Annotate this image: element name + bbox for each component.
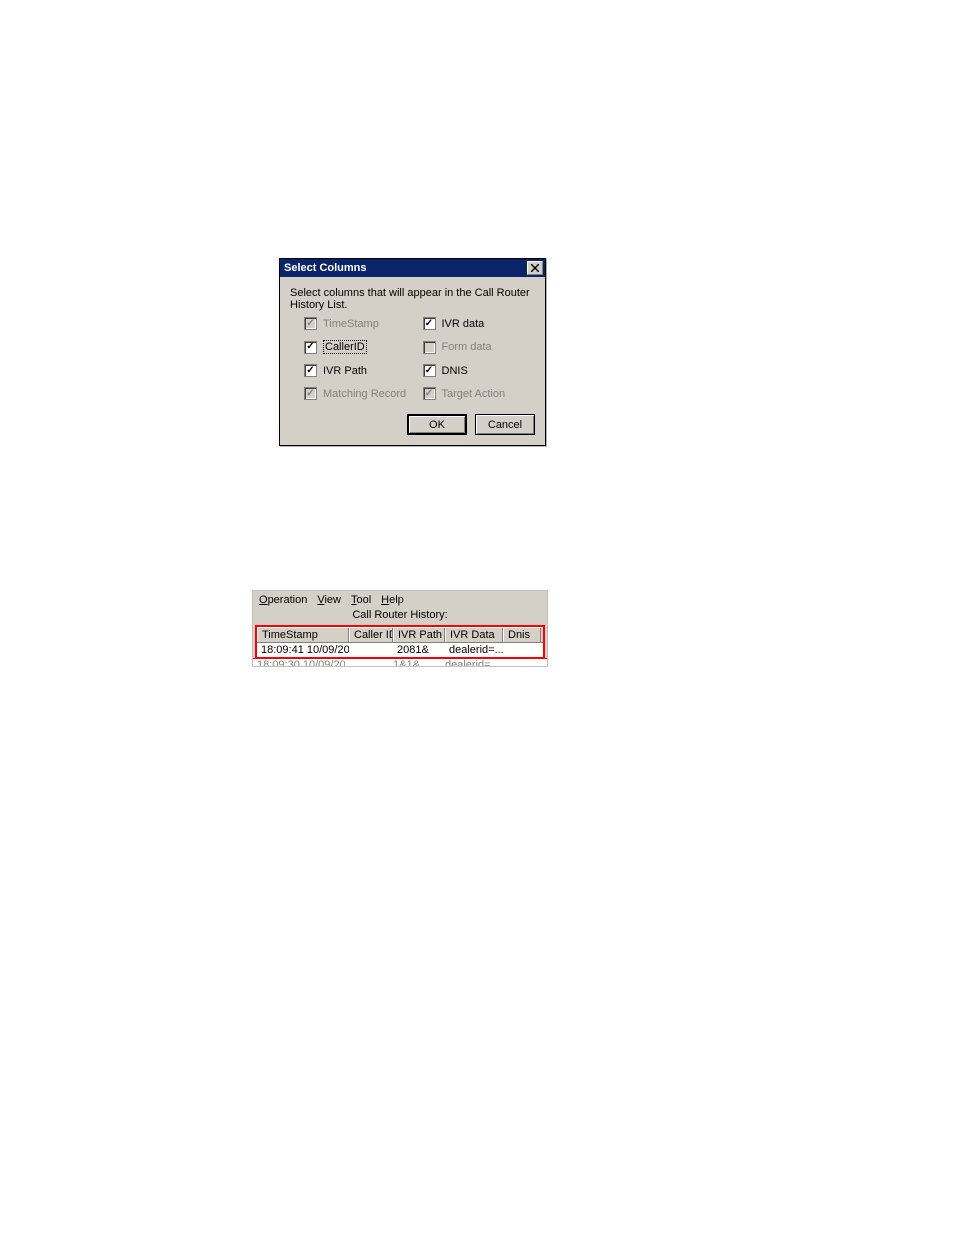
checkbox-label: Matching Record	[323, 388, 406, 400]
history-window: Operation View Tool Help Call Router His…	[252, 590, 548, 667]
table-row[interactable]: 18:09:30 10/09/2006 1&1& dealerid=...	[253, 658, 547, 666]
menu-help[interactable]: Help	[381, 594, 404, 606]
dialog-title: Select Columns	[284, 262, 367, 274]
titlebar[interactable]: Select Columns	[280, 259, 545, 277]
checkbox-timestamp: TimeStamp	[304, 317, 423, 330]
col-callerid[interactable]: Caller ID	[349, 628, 393, 642]
table-header-row: TimeStamp Caller ID IVR Path IVR Data Dn…	[257, 627, 543, 643]
col-dnis[interactable]: Dnis	[503, 628, 541, 642]
checkbox-label: IVR Path	[323, 365, 367, 377]
checkbox-label: DNIS	[442, 365, 468, 377]
table-row[interactable]: 18:09:41 10/09/2006 2081& dealerid=...	[257, 643, 543, 657]
checkbox-box	[423, 341, 436, 354]
checkbox-label: Form data	[442, 341, 492, 353]
checkbox-form-data: Form data	[423, 340, 542, 354]
checkbox-target-action: Target Action	[423, 387, 542, 400]
cell-ivrpath: 1&1&	[389, 659, 441, 666]
menubar: Operation View Tool Help	[253, 591, 547, 607]
cell-ivrpath: 2081&	[393, 644, 445, 656]
menu-view[interactable]: View	[317, 594, 341, 606]
checkbox-label: IVR data	[442, 318, 485, 330]
cell-callerid	[345, 659, 389, 666]
checkbox-label: CallerID	[323, 340, 367, 354]
checkbox-ivr-data[interactable]: IVR data	[423, 317, 542, 330]
checkbox-box[interactable]	[304, 341, 317, 354]
cancel-button[interactable]: Cancel	[475, 414, 535, 435]
checkbox-dnis[interactable]: DNIS	[423, 364, 542, 377]
checkbox-box	[304, 387, 317, 400]
checkbox-label: TimeStamp	[323, 318, 379, 330]
menu-operation[interactable]: Operation	[259, 594, 307, 606]
checkbox-box	[304, 317, 317, 330]
checkbox-label: Target Action	[442, 388, 506, 400]
dialog-message: Select columns that will appear in the C…	[280, 277, 545, 317]
button-row: OK Cancel	[280, 408, 545, 445]
checkbox-box[interactable]	[304, 364, 317, 377]
checkbox-callerid[interactable]: CallerID	[304, 340, 423, 354]
cell-ivrdata: dealerid=...	[441, 659, 499, 666]
cell-dnis	[499, 659, 537, 666]
history-title: Call Router History:	[253, 607, 547, 625]
col-ivrpath[interactable]: IVR Path	[393, 628, 445, 642]
menu-tool[interactable]: Tool	[351, 594, 371, 606]
checkbox-ivr-path[interactable]: IVR Path	[304, 364, 423, 377]
col-timestamp[interactable]: TimeStamp	[257, 628, 349, 642]
checkbox-matching-record: Matching Record	[304, 387, 423, 400]
checkbox-box[interactable]	[423, 364, 436, 377]
close-icon[interactable]	[527, 261, 543, 275]
ok-button[interactable]: OK	[407, 414, 467, 435]
cell-timestamp: 18:09:30 10/09/2006	[253, 659, 345, 666]
col-ivrdata[interactable]: IVR Data	[445, 628, 503, 642]
checkbox-grid: TimeStamp IVR data CallerID Form data IV…	[280, 317, 545, 400]
cell-ivrdata: dealerid=...	[445, 644, 503, 656]
highlighted-table-area: TimeStamp Caller ID IVR Path IVR Data Dn…	[255, 625, 545, 659]
cell-timestamp: 18:09:41 10/09/2006	[257, 644, 349, 656]
checkbox-box	[423, 387, 436, 400]
checkbox-box[interactable]	[423, 317, 436, 330]
select-columns-dialog: Select Columns Select columns that will …	[279, 258, 546, 446]
